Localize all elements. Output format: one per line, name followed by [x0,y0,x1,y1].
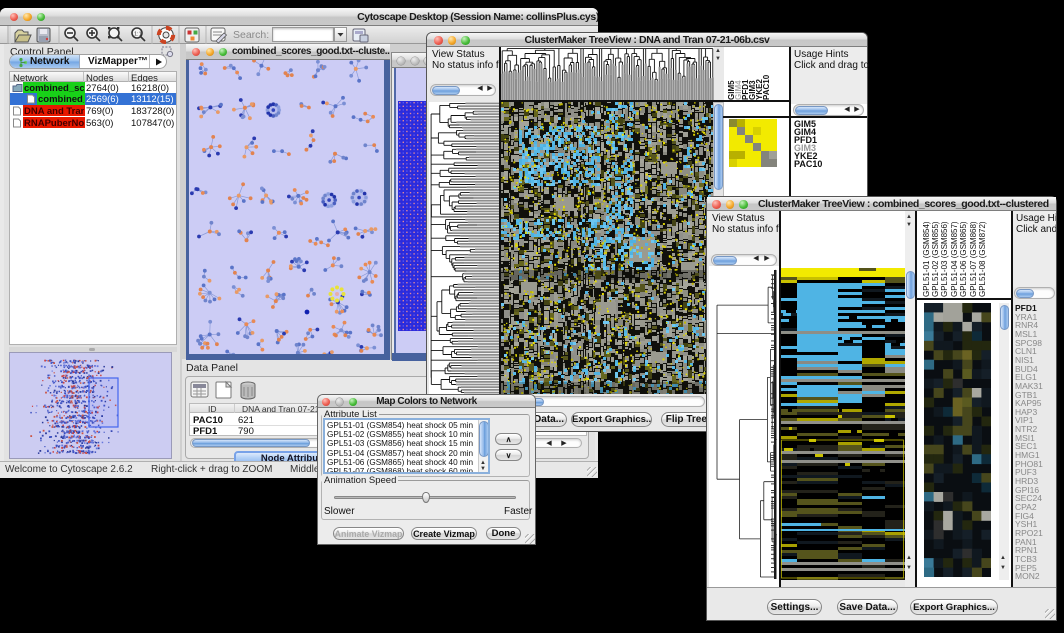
svg-text:1:1: 1:1 [134,32,142,38]
